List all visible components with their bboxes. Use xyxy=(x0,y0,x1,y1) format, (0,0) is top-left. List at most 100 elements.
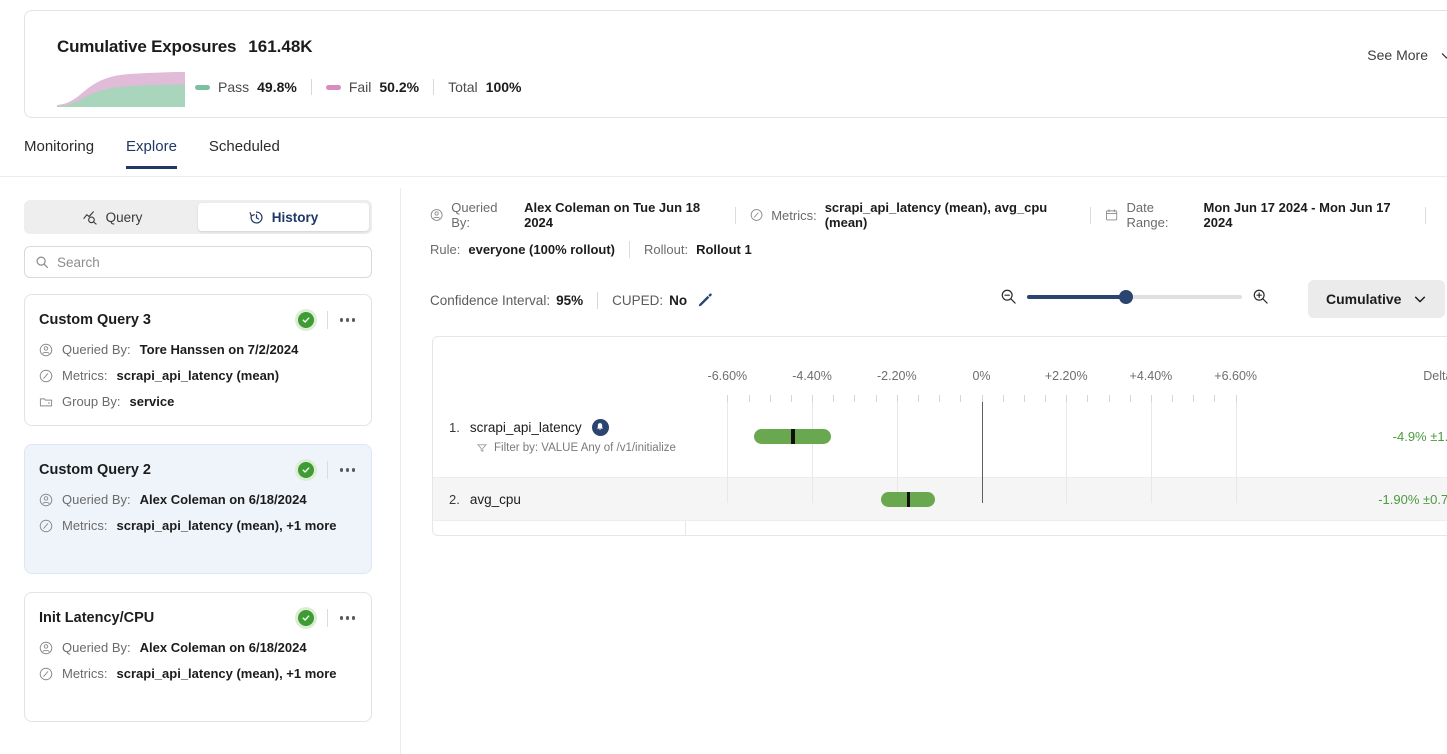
tab-monitoring[interactable]: Monitoring xyxy=(24,138,94,169)
toggle-query[interactable]: Query xyxy=(27,203,198,231)
status-success-icon xyxy=(294,309,317,331)
legend-label-fail: Fail xyxy=(348,79,372,95)
edit-settings-button[interactable] xyxy=(697,292,713,308)
query-card-actions xyxy=(294,607,358,629)
meta-metrics-label: Metrics: xyxy=(771,207,817,223)
view-mode-dropdown[interactable]: Cumulative xyxy=(1308,280,1446,318)
legend-item-pass: Pass 49.8% xyxy=(195,79,311,95)
metric-filter-text: Filter by: VALUE Any of /v1/initialize xyxy=(494,441,676,454)
zoom-out-icon[interactable] xyxy=(1000,288,1017,305)
meta-rollout-label: Rollout: xyxy=(644,242,689,257)
meta-line-primary: Queried By: Alex Coleman on Tue Jun 18 2… xyxy=(430,200,1440,230)
folder-icon xyxy=(39,397,53,406)
query-card-header: Init Latency/CPU xyxy=(39,607,357,629)
cumulative-exposures-card: Cumulative Exposures 161.48K Pass 49.8% … xyxy=(24,10,1447,118)
person-icon xyxy=(39,343,53,356)
fail-swatch-icon xyxy=(325,84,341,90)
chevron-down-icon xyxy=(1441,52,1447,59)
search-box[interactable] xyxy=(24,246,372,278)
cuped-control: CUPED: No xyxy=(612,293,687,308)
minor-tick xyxy=(875,395,877,402)
minor-tick xyxy=(1193,395,1195,402)
metrics-label: Metrics: xyxy=(62,666,108,681)
minor-tick xyxy=(727,395,729,402)
query-card-custom-query-3[interactable]: Custom Query 3 Queried By: Tore Hanssen … xyxy=(24,294,372,426)
meta-metrics-value: scrapi_api_latency (mean), avg_cpu (mean… xyxy=(824,200,1048,230)
filter-icon xyxy=(477,443,487,452)
query-card-header: Custom Query 3 xyxy=(39,309,357,331)
action-divider xyxy=(326,609,328,627)
bell-icon[interactable] xyxy=(591,418,609,436)
gauge-icon xyxy=(39,667,53,680)
query-card-row-queried-by: Queried By: Tore Hanssen on 7/2/2024 xyxy=(39,342,357,357)
zoom-slider[interactable] xyxy=(1027,289,1242,304)
legend-divider-2 xyxy=(433,79,435,95)
minor-tick xyxy=(1002,395,1004,402)
person-icon xyxy=(39,493,53,506)
metrics-value: scrapi_api_latency (mean), +1 more xyxy=(116,666,337,681)
legend-item-total: Total 100% xyxy=(448,79,535,95)
person-icon xyxy=(430,209,443,221)
meta-rollout-value: Rollout 1 xyxy=(696,242,752,257)
query-card-header: Custom Query 2 xyxy=(39,459,357,481)
zoom-in-icon[interactable] xyxy=(1252,288,1269,305)
metrics-label: Metrics: xyxy=(62,368,108,383)
axis-tick-label: -2.20% xyxy=(876,369,917,383)
confidence-interval-label: Confidence Interval: xyxy=(430,292,551,308)
gridline xyxy=(1150,395,1152,503)
minor-tick xyxy=(1108,395,1110,402)
table-row[interactable]: 1. scrapi_api_latency Filter by: VALUE A… xyxy=(433,395,1447,477)
query-card-menu-button[interactable] xyxy=(338,464,358,476)
delta-value: -1.90% ±0.70% xyxy=(1378,491,1447,507)
meta-rule: Rule: everyone (100% rollout) xyxy=(430,242,629,257)
legend-value-total: 100% xyxy=(485,79,522,95)
legend-value-fail: 50.2% xyxy=(379,79,420,95)
panel-divider xyxy=(400,188,401,754)
search-icon xyxy=(36,256,49,269)
row-index: 1. xyxy=(449,419,460,435)
gridline xyxy=(896,395,898,503)
cuped-value: No xyxy=(669,292,688,308)
gauge-icon xyxy=(750,209,763,221)
see-more-button[interactable]: See More xyxy=(1367,47,1447,63)
zoom-slider-thumb[interactable] xyxy=(1118,289,1133,304)
gauge-icon xyxy=(39,519,53,532)
table-row[interactable]: 2. avg_cpu -1.90% ±0.70% xyxy=(433,477,1447,521)
queried-by-value: Alex Coleman on 6/18/2024 xyxy=(139,492,307,507)
query-card-menu-button[interactable] xyxy=(338,612,358,624)
tab-explore[interactable]: Explore xyxy=(126,138,177,169)
query-card-init-latency-cpu[interactable]: Init Latency/CPU Queried By: Alex Colema… xyxy=(24,592,372,722)
group-by-value: service xyxy=(129,394,175,409)
gridline xyxy=(1235,395,1237,503)
status-success-icon xyxy=(294,607,317,629)
query-card-row-metrics: Metrics: scrapi_api_latency (mean) xyxy=(39,368,357,383)
main-tabs: Monitoring Explore Scheduled xyxy=(24,138,280,169)
toggle-history[interactable]: History xyxy=(198,203,369,231)
meta-divider xyxy=(735,206,737,224)
axis-tick-label: -4.40% xyxy=(792,369,832,383)
metrics-value: scrapi_api_latency (mean) xyxy=(116,368,280,383)
toggle-query-label: Query xyxy=(105,209,143,225)
legend-value-pass: 49.8% xyxy=(257,79,297,95)
row-index: 2. xyxy=(449,491,460,507)
axis-tick-label: 0% xyxy=(972,369,991,383)
exposures-legend: Pass 49.8% Fail 50.2% Total 100% xyxy=(195,79,535,95)
confidence-interval-control: Confidence Interval: 95% xyxy=(430,293,583,308)
meta-divider-3 xyxy=(1425,206,1427,224)
delta-chart: -6.60% -4.40% -2.20% 0% +2.20% +4.40% +6… xyxy=(432,336,1447,536)
meta-divider-4 xyxy=(629,241,631,258)
chart-plot-area: 1. scrapi_api_latency Filter by: VALUE A… xyxy=(433,395,1447,535)
point-estimate-marker xyxy=(906,491,911,507)
queried-by-value: Alex Coleman on 6/18/2024 xyxy=(139,640,307,655)
query-card-row-queried-by: Queried By: Alex Coleman on 6/18/2024 xyxy=(39,492,357,507)
meta-rule-value: everyone (100% rollout) xyxy=(468,242,616,257)
tab-scheduled[interactable]: Scheduled xyxy=(209,138,280,169)
query-card-menu-button[interactable] xyxy=(338,314,358,326)
calendar-icon xyxy=(1106,209,1118,221)
query-card-custom-query-2[interactable]: Custom Query 2 Queried By: Alex Coleman … xyxy=(24,444,372,574)
minor-tick xyxy=(1172,395,1174,402)
search-input[interactable] xyxy=(57,254,357,270)
query-card-actions xyxy=(294,459,358,481)
gridline xyxy=(812,395,814,503)
query-meta-bar: Queried By: Alex Coleman on Tue Jun 18 2… xyxy=(430,200,1440,258)
